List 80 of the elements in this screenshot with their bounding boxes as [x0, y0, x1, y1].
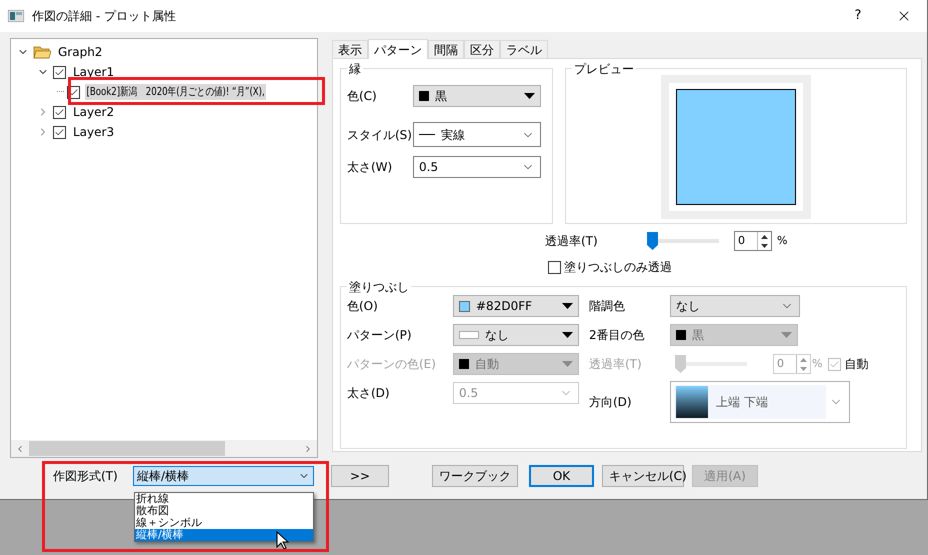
down-arrow-icon — [800, 366, 807, 370]
dropdown-arrow-icon — [562, 303, 573, 309]
slider-thumb[interactable] — [647, 232, 658, 250]
horizontal-scrollbar[interactable] — [11, 440, 317, 457]
plot-type-combo[interactable]: 縦棒/横棒 — [133, 466, 314, 486]
dropdown-arrow-icon — [781, 332, 792, 338]
tree-item[interactable]: Layer3 — [71, 123, 116, 141]
folder-icon — [33, 45, 51, 59]
dialog-button[interactable]: キャンセル(C) — [602, 465, 684, 487]
slider[interactable] — [675, 355, 747, 373]
dropdown-arrow-icon — [562, 332, 573, 338]
width-combo[interactable]: 0.5 — [413, 156, 541, 178]
slider[interactable] — [647, 232, 719, 250]
pattern-combo[interactable]: なし — [453, 324, 579, 346]
field-label: 方向(D) — [589, 394, 633, 411]
unit-label: % — [812, 356, 822, 372]
gradient-combo[interactable]: なし — [670, 295, 800, 317]
app-icon — [8, 10, 24, 22]
window-title: 作図の詳細 - プロット属性 — [32, 8, 176, 25]
field-label: 透過率(T) — [545, 233, 599, 250]
field-label: パターンの色(E) — [347, 356, 437, 373]
tab[interactable]: 区分 — [464, 40, 500, 58]
direction-value: 上端 下端 — [716, 394, 768, 411]
tree-item[interactable]: [Book2]新潟 2020年(月ごとの値)! “月”(X), — [84, 84, 266, 100]
dropdown-option[interactable]: 縦棒/横棒 — [135, 529, 313, 541]
direction-combo[interactable]: 上端 下端 — [670, 381, 850, 423]
field-label: 階調色 — [589, 298, 626, 315]
check-icon — [54, 106, 65, 118]
up-arrow-icon — [800, 358, 807, 362]
field-label: 色(C) — [347, 88, 378, 105]
spinner-buttons[interactable] — [757, 232, 771, 250]
tab[interactable]: 表示 — [332, 40, 368, 58]
field-label: 色(O) — [347, 298, 379, 315]
pattern-swatch — [459, 331, 479, 339]
checkbox[interactable] — [548, 260, 561, 274]
transparency-field[interactable]: 0 — [734, 231, 772, 251]
dropdown-option[interactable]: 折れ線 — [135, 493, 313, 505]
help-button[interactable]: ? — [835, 0, 881, 32]
field-label: 透過率(T) — [589, 356, 643, 373]
check-icon — [54, 66, 65, 78]
checkbox[interactable] — [53, 106, 66, 118]
up-arrow-icon — [761, 234, 768, 238]
fill-color-combo[interactable]: #82D0FF — [453, 295, 579, 317]
color-swatch — [419, 91, 429, 101]
tab[interactable]: 間隔 — [428, 40, 464, 58]
field-label: スタイル(S) — [347, 126, 413, 144]
tree-item[interactable]: Layer2 — [71, 103, 116, 121]
checkbox[interactable] — [53, 126, 66, 138]
check-icon — [54, 126, 65, 138]
tab[interactable]: パターン — [368, 39, 428, 59]
down-arrow-icon — [761, 244, 768, 248]
color-swatch — [676, 330, 686, 340]
scrollbar-thumb[interactable] — [29, 441, 225, 456]
field-label: 太さ(D) — [347, 385, 391, 402]
checkbox-label: 自動 — [844, 356, 868, 373]
color-swatch — [459, 300, 470, 312]
dropdown-option[interactable]: 線＋シンボル — [135, 517, 313, 529]
dialog-button[interactable]: OK — [529, 465, 594, 487]
field-label: 2番目の色 — [589, 327, 646, 344]
field-label: パターン(P) — [347, 327, 413, 344]
color-swatch — [459, 359, 469, 369]
solid-line-icon — [419, 134, 435, 135]
check-icon — [829, 358, 840, 370]
tree-item[interactable]: Layer1 — [71, 63, 116, 81]
unit-label: % — [777, 232, 788, 249]
tree-item[interactable]: Graph2 — [56, 43, 104, 61]
tab[interactable]: ラベル — [500, 40, 548, 58]
gradient-swatch — [676, 386, 708, 418]
field-label: 作図形式(T) — [53, 468, 119, 485]
color-combo[interactable]: 黒 — [413, 85, 541, 107]
dialog-button[interactable]: ワークブック — [432, 465, 518, 487]
checkbox[interactable] — [53, 66, 66, 78]
dropdown-arrow-icon — [524, 93, 535, 99]
group-title: 塗りつぶし — [347, 278, 411, 296]
field-label: 太さ(W) — [347, 159, 394, 176]
dropdown-option[interactable]: 散布図 — [135, 505, 313, 517]
dialog-button[interactable]: >> — [331, 465, 389, 487]
dropdown-arrow-icon — [562, 361, 573, 367]
checkbox-label: 塗りつぶしのみ透過 — [564, 259, 672, 276]
style-combo[interactable]: 実線 — [413, 122, 541, 147]
